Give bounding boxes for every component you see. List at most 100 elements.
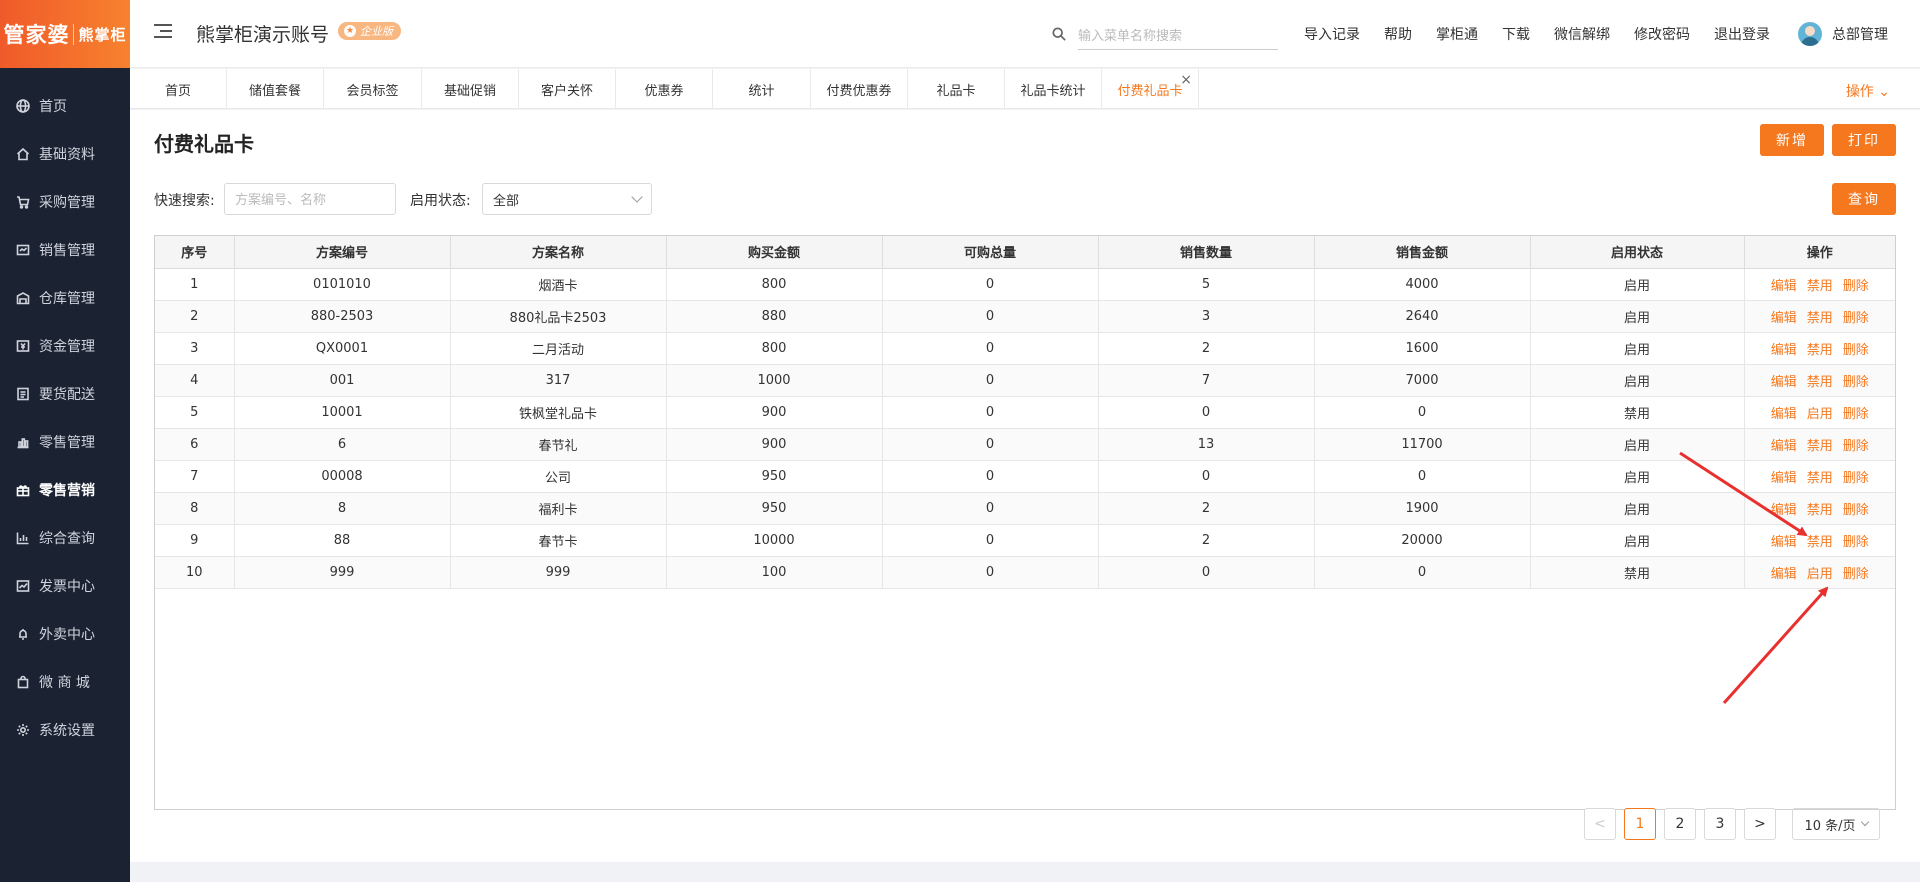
delete-button[interactable]: 删除	[1843, 375, 1869, 390]
delete-button[interactable]: 删除	[1843, 471, 1869, 486]
sidebar-item-11[interactable]: 发票中心	[0, 562, 130, 610]
page-button-3[interactable]: 3	[1704, 808, 1736, 840]
status-select[interactable]: 全部	[482, 183, 652, 215]
sidebar-item-1[interactable]: 首页	[0, 82, 130, 130]
tab-9[interactable]: 礼品卡	[908, 69, 1005, 109]
edit-button[interactable]: 编辑	[1771, 535, 1797, 550]
tab-6[interactable]: 优惠券	[616, 69, 713, 109]
edit-button[interactable]: 编辑	[1771, 375, 1797, 390]
delete-button[interactable]: 删除	[1843, 567, 1869, 582]
cell-price: 880	[666, 300, 883, 333]
gear-icon	[16, 723, 30, 737]
print-button[interactable]: 打印	[1832, 124, 1896, 156]
user-menu[interactable]: 总部管理	[1798, 22, 1888, 46]
toggle-status-button[interactable]: 禁用	[1807, 503, 1833, 518]
page-button-2[interactable]: 2	[1664, 808, 1696, 840]
menu-toggle-icon[interactable]	[154, 24, 172, 42]
sidebar-item-14[interactable]: 系统设置	[0, 706, 130, 754]
tab-8[interactable]: 付费优惠券	[811, 69, 908, 109]
toggle-status-button[interactable]: 禁用	[1807, 375, 1833, 390]
header-link[interactable]: 退出登录	[1714, 24, 1770, 44]
tab-4[interactable]: 基础促销	[422, 69, 519, 109]
edit-button[interactable]: 编辑	[1771, 343, 1797, 358]
add-button[interactable]: 新增	[1760, 124, 1824, 156]
delete-button[interactable]: 删除	[1843, 279, 1869, 294]
sidebar-item-6[interactable]: 资金管理	[0, 322, 130, 370]
toggle-status-button[interactable]: 启用	[1807, 567, 1833, 582]
sidebar-item-8[interactable]: 零售管理	[0, 418, 130, 466]
header-link[interactable]: 微信解绑	[1554, 24, 1610, 44]
delete-button[interactable]: 删除	[1843, 311, 1869, 326]
sidebar-item-12[interactable]: 外卖中心	[0, 610, 130, 658]
edit-button[interactable]: 编辑	[1771, 407, 1797, 422]
money-icon	[16, 339, 30, 353]
cell-total: 0	[882, 524, 1099, 557]
tab-11[interactable]: 付费礼品卡 ×	[1102, 69, 1199, 109]
edit-button[interactable]: 编辑	[1771, 503, 1797, 518]
header-link[interactable]: 掌柜通	[1436, 24, 1478, 44]
user-name[interactable]: 总部管理	[1832, 24, 1888, 44]
tab-1[interactable]: 首页	[130, 69, 227, 109]
cell-price: 100	[666, 556, 883, 589]
cell-actions: 编辑 禁用 删除	[1744, 332, 1895, 365]
delete-button[interactable]: 删除	[1843, 503, 1869, 518]
sidebar-item-13[interactable]: 微 商 城	[0, 658, 130, 706]
page-button-1[interactable]: 1	[1624, 808, 1656, 840]
sidebar-item-4[interactable]: 销售管理	[0, 226, 130, 274]
next-page-button[interactable]: >	[1744, 808, 1776, 840]
cell-code: 6	[234, 428, 451, 461]
search-icon[interactable]	[1052, 27, 1068, 43]
cell-status: 启用	[1530, 300, 1745, 333]
page-size-select[interactable]: 10 条/页	[1792, 808, 1880, 840]
sidebar-item-3[interactable]: 采购管理	[0, 178, 130, 226]
sidebar-item-10[interactable]: 综合查询	[0, 514, 130, 562]
query-button[interactable]: 查询	[1832, 183, 1896, 215]
tab-operations-label[interactable]: 操作	[1846, 84, 1874, 100]
header-link[interactable]: 下载	[1502, 24, 1530, 44]
close-icon[interactable]: ×	[1180, 72, 1192, 88]
sidebar-item-2[interactable]: 基础资料	[0, 130, 130, 178]
edit-button[interactable]: 编辑	[1771, 279, 1797, 294]
toggle-status-button[interactable]: 禁用	[1807, 343, 1833, 358]
toggle-status-button[interactable]: 禁用	[1807, 439, 1833, 454]
tab-3[interactable]: 会员标签	[324, 69, 422, 109]
delete-button[interactable]: 删除	[1843, 407, 1869, 422]
edit-button[interactable]: 编辑	[1771, 439, 1797, 454]
header-link[interactable]: 帮助	[1384, 24, 1412, 44]
delete-button[interactable]: 删除	[1843, 535, 1869, 550]
tab-7[interactable]: 统计	[713, 69, 811, 109]
star-icon: ★	[344, 25, 356, 37]
toggle-status-button[interactable]: 禁用	[1807, 311, 1833, 326]
delete-button[interactable]: 删除	[1843, 439, 1869, 454]
delete-button[interactable]: 删除	[1843, 343, 1869, 358]
prev-page-button[interactable]: <	[1584, 808, 1616, 840]
cell-total: 0	[882, 492, 1099, 525]
toggle-status-button[interactable]: 启用	[1807, 407, 1833, 422]
sidebar-item-5[interactable]: 仓库管理	[0, 274, 130, 322]
tab-operations-dropdown[interactable]: 操作 ⌄	[1846, 81, 1890, 101]
cell-no: 1	[155, 268, 235, 301]
cell-total: 0	[882, 300, 1099, 333]
cell-name: 春节卡	[450, 524, 667, 557]
sidebar-item-label: 系统设置	[39, 723, 95, 739]
avatar[interactable]	[1798, 22, 1822, 46]
cell-price: 1000	[666, 364, 883, 397]
header-link[interactable]: 导入记录	[1304, 24, 1360, 44]
tab-10[interactable]: 礼品卡统计	[1005, 69, 1102, 109]
sidebar-item-7[interactable]: 要货配送	[0, 370, 130, 418]
quick-search-input[interactable]	[224, 183, 396, 215]
cell-sold: 0	[1098, 556, 1315, 589]
edit-button[interactable]: 编辑	[1771, 567, 1797, 582]
sidebar-item-9[interactable]: 零售营销	[0, 466, 130, 514]
toggle-status-button[interactable]: 禁用	[1807, 535, 1833, 550]
tab-5[interactable]: 客户关怀	[519, 69, 616, 109]
toggle-status-button[interactable]: 禁用	[1807, 471, 1833, 486]
header-link[interactable]: 修改密码	[1634, 24, 1690, 44]
cell-no: 9	[155, 524, 235, 557]
column-header: 购买金额	[666, 236, 883, 269]
tab-2[interactable]: 储值套餐	[227, 69, 324, 109]
edit-button[interactable]: 编辑	[1771, 311, 1797, 326]
menu-search-input[interactable]	[1078, 22, 1278, 50]
toggle-status-button[interactable]: 禁用	[1807, 279, 1833, 294]
edit-button[interactable]: 编辑	[1771, 471, 1797, 486]
